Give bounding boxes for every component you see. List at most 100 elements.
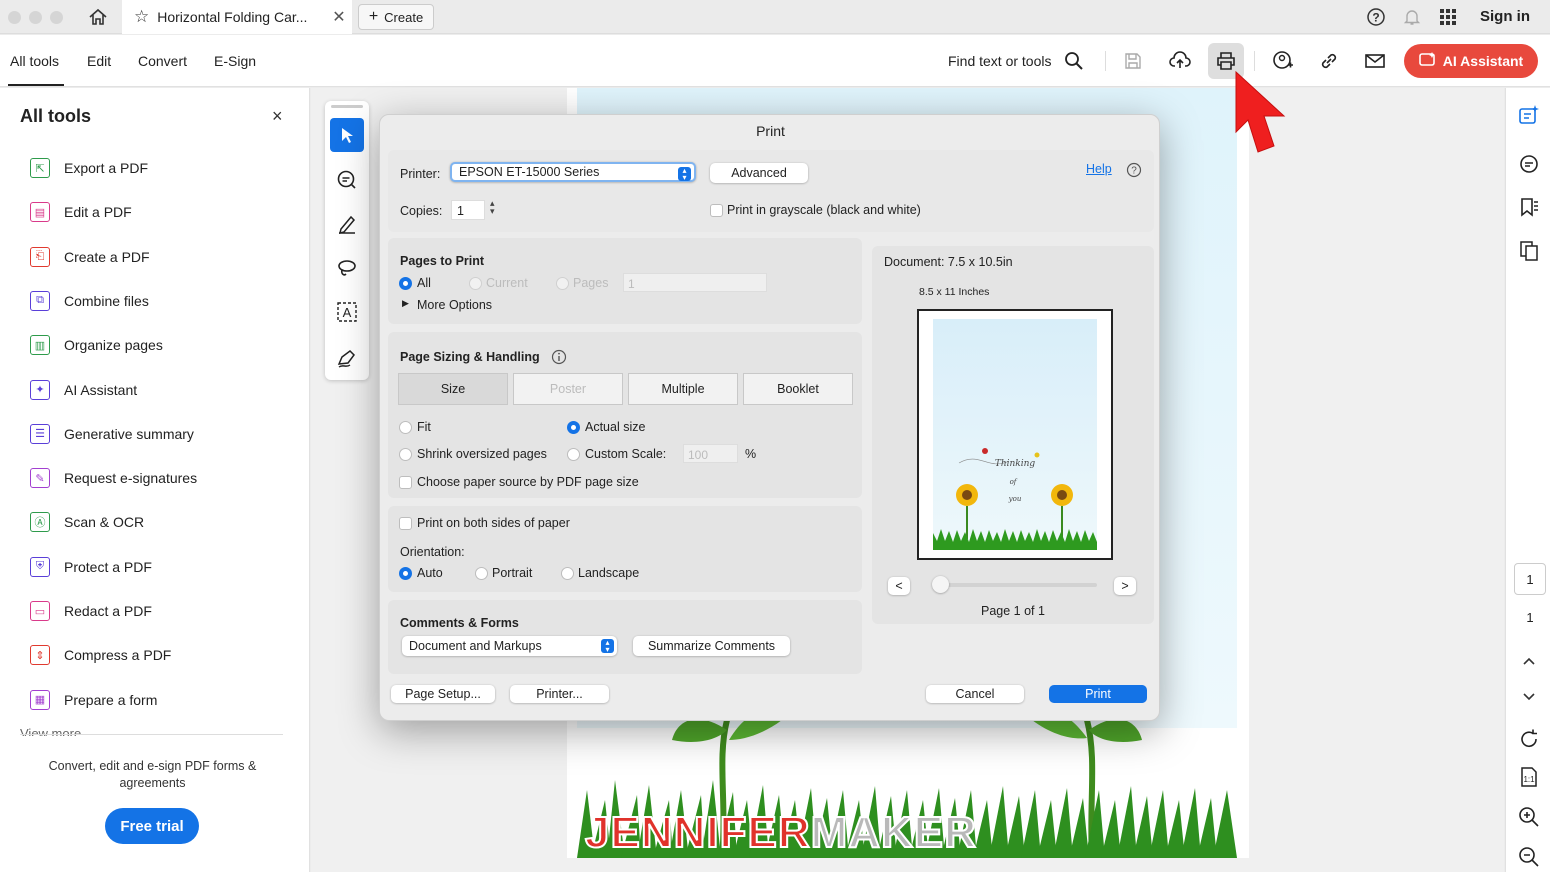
export-pdf-icon: ⇱ <box>30 158 50 178</box>
window-zoom-control[interactable] <box>50 11 63 24</box>
booklet-tab[interactable]: Booklet <box>743 373 853 405</box>
link-icon[interactable] <box>1316 48 1342 74</box>
sign-in-link[interactable]: Sign in <box>1480 8 1530 25</box>
menu-edit[interactable]: Edit <box>87 53 111 69</box>
orientation-auto-radio[interactable] <box>399 567 412 580</box>
all-pages-radio[interactable] <box>399 277 412 290</box>
sign-pen-icon[interactable] <box>330 341 364 375</box>
create-button[interactable]: + Create <box>358 4 434 30</box>
tool-item-redact-pdf[interactable]: ▭ Redact a PDF <box>30 596 290 626</box>
chevron-down-icon[interactable] <box>1516 684 1542 710</box>
print-button[interactable]: Print <box>1049 685 1147 703</box>
zoom-out-icon[interactable] <box>1516 844 1542 870</box>
comments-icon[interactable] <box>1516 151 1542 177</box>
tool-item-create-pdf[interactable]: ⎗ Create a PDF <box>30 242 290 272</box>
menu-esign[interactable]: E-Sign <box>214 53 256 69</box>
help-circle-icon[interactable]: ? <box>1126 162 1142 181</box>
preview-slider-thumb[interactable] <box>932 576 949 593</box>
percent-label: % <box>745 447 757 461</box>
custom-scale-input[interactable]: 100 <box>683 444 738 463</box>
svg-text:?: ? <box>1372 11 1379 25</box>
fit-radio[interactable] <box>399 421 412 434</box>
poster-tab[interactable]: Poster <box>513 373 623 405</box>
tab-close-icon[interactable]: ✕ <box>326 7 352 27</box>
printer-select[interactable]: EPSON ET-15000 Series ▴ ▾ <box>450 162 696 182</box>
tool-item-generative-summary[interactable]: ☰ Generative summary <box>30 419 290 449</box>
text-box-icon[interactable]: A <box>330 295 364 329</box>
help-link[interactable]: Help <box>1086 162 1112 176</box>
search-icon[interactable] <box>1061 48 1087 74</box>
tool-item-edit-pdf[interactable]: ▤ Edit a PDF <box>30 197 290 227</box>
orientation-landscape-radio[interactable] <box>561 567 574 580</box>
pages-range-radio[interactable] <box>556 277 569 290</box>
save-icon[interactable] <box>1120 48 1146 74</box>
apps-grid-icon[interactable] <box>1438 7 1458 30</box>
upload-cloud-icon[interactable] <box>1167 48 1193 74</box>
printer-button[interactable]: Printer... <box>510 685 609 703</box>
tool-item-ai-assistant[interactable]: ✦ AI Assistant <box>30 375 290 405</box>
chevron-up-icon[interactable] <box>1516 648 1542 674</box>
close-icon[interactable]: × <box>272 106 283 127</box>
ai-generate-icon[interactable] <box>1516 102 1542 128</box>
notification-bell-icon[interactable] <box>1402 7 1422 30</box>
current-page-radio[interactable] <box>469 277 482 290</box>
copies-input[interactable]: 1 <box>451 200 485 220</box>
more-options-label[interactable]: More Options <box>417 298 492 312</box>
document-tab[interactable]: ☆ Horizontal Folding Car... ✕ <box>122 0 352 34</box>
highlight-pen-icon[interactable] <box>330 207 364 241</box>
current-page-input[interactable]: 1 <box>1514 563 1546 595</box>
orientation-portrait-radio[interactable] <box>475 567 488 580</box>
tool-item-protect-pdf[interactable]: ⛨ Protect a PDF <box>30 552 290 582</box>
pages-range-input[interactable]: 1 <box>623 273 767 292</box>
ai-assistant-button[interactable]: AI Assistant <box>1404 44 1538 78</box>
find-text-button[interactable]: Find text or tools <box>948 53 1052 69</box>
tool-item-combine-files[interactable]: ⧉ Combine files <box>30 286 290 316</box>
tool-item-compress-pdf[interactable]: ⇕ Compress a PDF <box>30 640 290 670</box>
paper-source-checkbox[interactable] <box>399 476 412 489</box>
size-tab[interactable]: Size <box>398 373 508 405</box>
freehand-lasso-icon[interactable] <box>330 251 364 285</box>
menu-all-tools[interactable]: All tools <box>10 53 59 69</box>
rotate-icon[interactable] <box>1516 726 1542 752</box>
cancel-button[interactable]: Cancel <box>926 685 1024 703</box>
info-icon[interactable] <box>551 349 567 368</box>
star-icon[interactable]: ☆ <box>134 7 149 27</box>
multiple-tab[interactable]: Multiple <box>628 373 738 405</box>
menu-convert[interactable]: Convert <box>138 53 187 69</box>
actual-size-icon[interactable]: 1:1 <box>1516 764 1542 790</box>
zoom-in-icon[interactable] <box>1516 804 1542 830</box>
free-trial-button[interactable]: Free trial <box>105 808 199 844</box>
tool-item-prepare-form[interactable]: ▦ Prepare a form <box>30 685 290 715</box>
grayscale-checkbox[interactable] <box>710 204 723 217</box>
advanced-button[interactable]: Advanced <box>710 163 808 183</box>
jennifermaker-watermark: JENNIFERMAKER <box>584 807 977 858</box>
preview-slider-track[interactable] <box>932 583 1097 587</box>
select-cursor-icon[interactable] <box>330 118 364 152</box>
drag-handle[interactable] <box>331 105 363 108</box>
copies-stepper[interactable]: ▴ ▾ <box>490 199 495 216</box>
actual-size-radio[interactable] <box>567 421 580 434</box>
add-comment-icon[interactable] <box>330 163 364 197</box>
custom-scale-radio[interactable] <box>567 448 580 461</box>
duplex-checkbox[interactable] <box>399 517 412 530</box>
disclosure-triangle-icon[interactable]: ▶ <box>402 298 409 309</box>
help-icon[interactable]: ? <box>1366 7 1386 30</box>
tool-item-export-pdf[interactable]: ⇱ Export a PDF <box>30 153 290 183</box>
window-minimize-control[interactable] <box>29 11 42 24</box>
tool-item-organize-pages[interactable]: ▥ Organize pages <box>30 330 290 360</box>
tool-item-scan-ocr[interactable]: Ⓐ Scan & OCR <box>30 507 290 537</box>
page-thumbnails-icon[interactable] <box>1516 238 1542 264</box>
home-icon[interactable] <box>85 4 111 30</box>
bookmarks-icon[interactable] <box>1516 194 1542 220</box>
comments-forms-select[interactable]: Document and Markups ▴ ▾ <box>402 636 617 656</box>
page-setup-button[interactable]: Page Setup... <box>391 685 495 703</box>
pages-to-print-title: Pages to Print <box>400 254 485 268</box>
tool-item-request-esignatures[interactable]: ✎ Request e-signatures <box>30 463 290 493</box>
next-page-button[interactable]: > <box>1114 577 1136 595</box>
summarize-comments-button[interactable]: Summarize Comments <box>633 636 790 656</box>
prev-page-button[interactable]: < <box>888 577 910 595</box>
shrink-radio[interactable] <box>399 448 412 461</box>
quick-tools-rail: A <box>325 101 369 380</box>
window-close-control[interactable] <box>8 11 21 24</box>
email-icon[interactable] <box>1362 48 1388 74</box>
